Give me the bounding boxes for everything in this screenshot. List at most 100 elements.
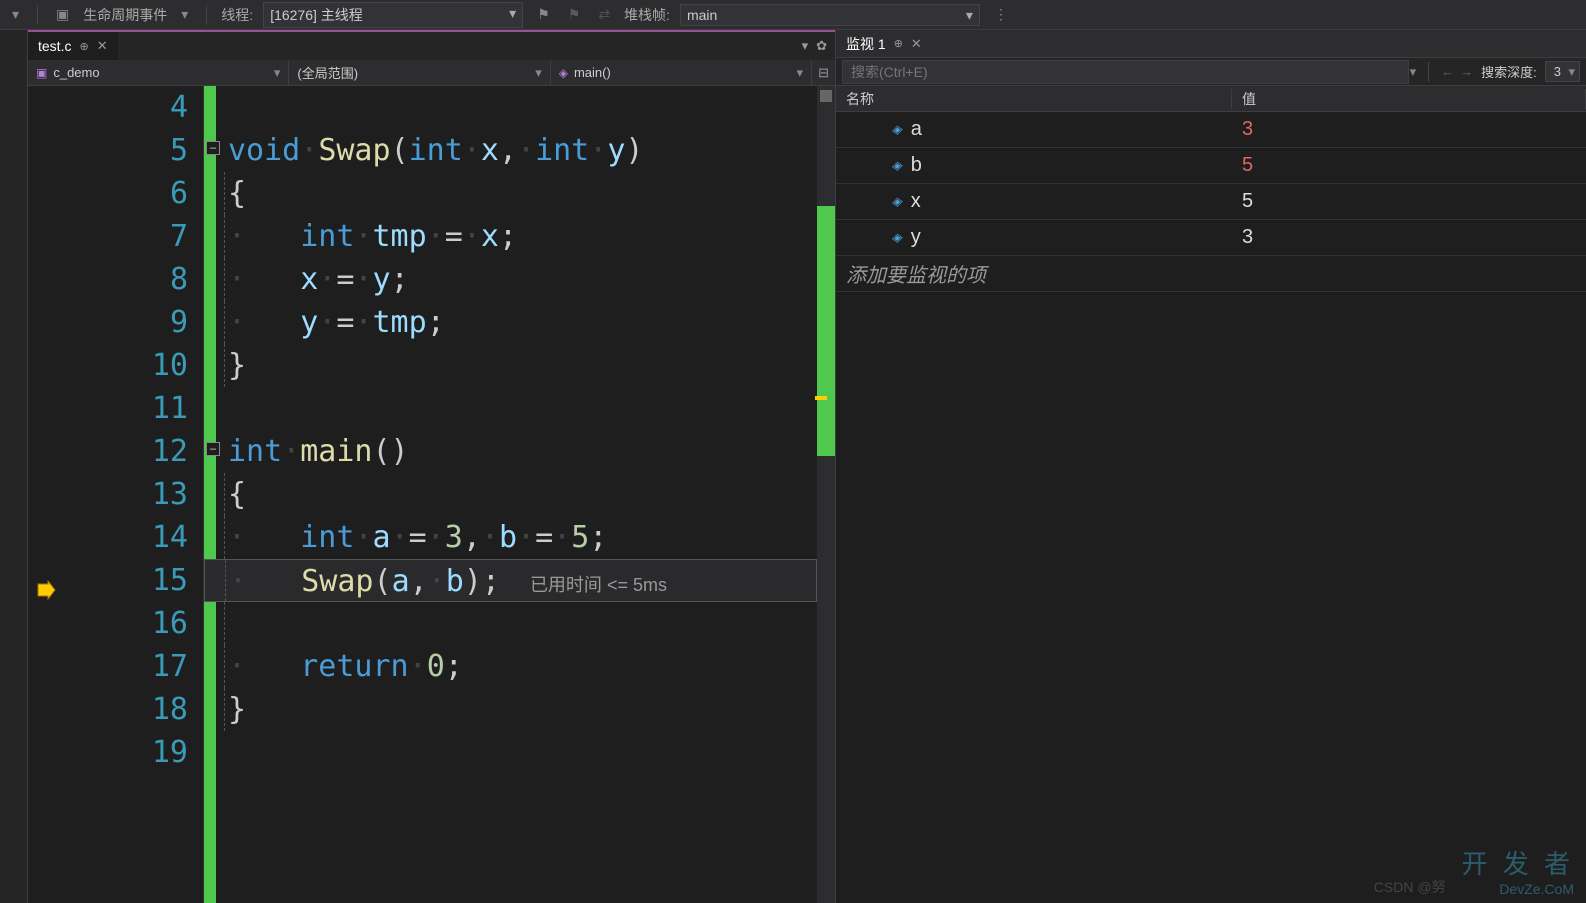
line-number: 18	[86, 688, 188, 731]
watch-add-placeholder[interactable]: 添加要监视的项	[836, 256, 1586, 292]
nav-scope-dropdown[interactable]: (全局范围)	[289, 60, 550, 85]
col-header-value[interactable]: 值	[1232, 89, 1586, 109]
code-line[interactable]: −void·Swap(int·x,·int·y)	[204, 129, 817, 172]
watch-table: 名称 值 ◈a3◈b5◈x5◈y3 添加要监视的项	[836, 86, 1586, 903]
dropdown-icon[interactable]: ▾	[177, 6, 192, 23]
fold-icon[interactable]: −	[206, 141, 220, 155]
code-text: · Swap(a,·b);	[229, 564, 500, 599]
vertical-scrollbar[interactable]	[817, 86, 835, 903]
code-line[interactable]: {	[204, 172, 817, 215]
dropdown-icon[interactable]: ▾	[8, 6, 23, 23]
indent-guide	[224, 344, 225, 387]
thread-value: [16276] 主线程	[270, 7, 363, 23]
watch-panel-title: 监视 1	[846, 34, 886, 54]
editor-pane: test.c ⊕ ✕ ▾ ✿ ▣ c_demo (全局范围) ◈ main() …	[28, 30, 836, 903]
code-line[interactable]: · int·tmp·=·x;	[204, 215, 817, 258]
indent-guide	[224, 172, 225, 215]
depth-dropdown[interactable]: 3	[1545, 61, 1580, 82]
perf-tip[interactable]: 已用时间 <= 5ms	[500, 575, 667, 595]
line-number: 14	[86, 516, 188, 559]
breakpoint-gutter[interactable]	[28, 86, 86, 903]
watch-name-cell: ◈a	[836, 118, 1232, 141]
divider	[206, 5, 207, 25]
nav-project-dropdown[interactable]: ▣ c_demo	[28, 60, 289, 85]
line-number: 10	[86, 344, 188, 387]
code-line[interactable]	[204, 602, 817, 645]
pin-icon[interactable]: ⊕	[894, 37, 903, 50]
watch-table-header: 名称 值	[836, 86, 1586, 112]
code-line[interactable]: }	[204, 688, 817, 731]
indent-guide	[224, 602, 225, 645]
watch-panel-header: 监视 1 ⊕ ✕	[836, 30, 1586, 58]
code-line[interactable]	[204, 731, 817, 774]
code-line[interactable]: · y·=·tmp;	[204, 301, 817, 344]
stackframe-dropdown[interactable]: main	[680, 4, 980, 26]
code-line[interactable]	[204, 387, 817, 430]
scroll-marker	[817, 206, 835, 456]
code-line[interactable]: · x·=·y;	[204, 258, 817, 301]
code-line[interactable]: }	[204, 344, 817, 387]
nav-function-dropdown[interactable]: ◈ main()	[551, 60, 812, 85]
scroll-thumb[interactable]	[820, 90, 832, 102]
code-text: }	[228, 692, 246, 727]
nav-scope: (全局范围)	[297, 63, 358, 82]
code-line[interactable]: · int·a·=·3,·b·=·5;	[204, 516, 817, 559]
variable-icon: ◈	[892, 122, 903, 138]
tab-tools: ▾ ✿	[794, 32, 835, 60]
watermark-csdn: CSDN @努	[1374, 877, 1446, 897]
thread-label: 线程:	[221, 5, 253, 25]
line-number: 6	[86, 172, 188, 215]
indent-guide	[224, 473, 225, 516]
watch-row[interactable]: ◈a3	[836, 112, 1586, 148]
search-input[interactable]	[842, 60, 1409, 84]
divider	[1428, 62, 1429, 82]
gear-icon[interactable]: ✿	[816, 38, 827, 54]
thread-icon[interactable]: ⇄	[594, 6, 614, 23]
divider	[37, 5, 38, 25]
flag-icon[interactable]: ⚑	[533, 6, 554, 23]
code-line[interactable]: · return·0;	[204, 645, 817, 688]
next-icon[interactable]: →	[1460, 64, 1473, 79]
code-line[interactable]: · Swap(a,·b);已用时间 <= 5ms	[204, 559, 817, 602]
col-header-name[interactable]: 名称	[836, 89, 1232, 109]
prev-icon[interactable]: ←	[1441, 64, 1454, 79]
cube-icon: ◈	[559, 66, 568, 80]
fold-icon[interactable]: −	[206, 442, 220, 456]
debug-toolbar: ▾ ▣ 生命周期事件 ▾ 线程: [16276] 主线程 ⚑ ⚑ ⇄ 堆栈帧: …	[0, 0, 1586, 30]
code-line[interactable]: −int·main()	[204, 430, 817, 473]
overflow-icon[interactable]: ⋮	[990, 6, 1012, 23]
watch-panel: 监视 1 ⊕ ✕ 🔍▾ ← → 搜索深度: 3 名称 值 ◈a3◈b5◈x5◈y…	[836, 30, 1586, 903]
indent-guide	[224, 516, 225, 559]
code-line[interactable]: {	[204, 473, 817, 516]
flag-off-icon[interactable]: ⚑	[564, 6, 585, 23]
tab-dropdown-icon[interactable]: ▾	[802, 38, 809, 54]
nav-arrows: ← →	[1441, 64, 1473, 79]
depth-value: 3	[1554, 64, 1561, 79]
stackframe-value: main	[687, 7, 717, 23]
watch-row[interactable]: ◈x5	[836, 184, 1586, 220]
file-tab-test-c[interactable]: test.c ⊕ ✕	[28, 30, 118, 60]
nav-function: main()	[574, 65, 611, 80]
indent-guide	[225, 560, 226, 601]
close-icon[interactable]: ✕	[911, 36, 922, 52]
watch-name-cell: ◈x	[836, 190, 1232, 213]
line-number: 17	[86, 645, 188, 688]
tab-bar: test.c ⊕ ✕ ▾ ✿	[28, 30, 835, 60]
watch-value-cell: 5	[1232, 190, 1586, 213]
watch-row[interactable]: ◈y3	[836, 220, 1586, 256]
close-icon[interactable]: ✕	[97, 38, 108, 54]
watch-value-cell: 3	[1232, 226, 1586, 249]
pin-icon[interactable]: ⊕	[79, 40, 88, 53]
line-number: 7	[86, 215, 188, 258]
split-icon[interactable]: ⊟	[812, 65, 835, 81]
variable-name: y	[911, 226, 921, 249]
watch-row[interactable]: ◈b5	[836, 148, 1586, 184]
code-content[interactable]: −void·Swap(int·x,·int·y){· int·tmp·=·x;·…	[204, 86, 817, 903]
lifecycle-events-icon[interactable]: ▣	[52, 6, 73, 23]
line-number: 5	[86, 129, 188, 172]
code-line[interactable]	[204, 86, 817, 129]
variable-icon: ◈	[892, 194, 903, 210]
line-number: 11	[86, 387, 188, 430]
thread-dropdown[interactable]: [16276] 主线程	[263, 2, 523, 28]
indent-guide	[224, 645, 225, 688]
